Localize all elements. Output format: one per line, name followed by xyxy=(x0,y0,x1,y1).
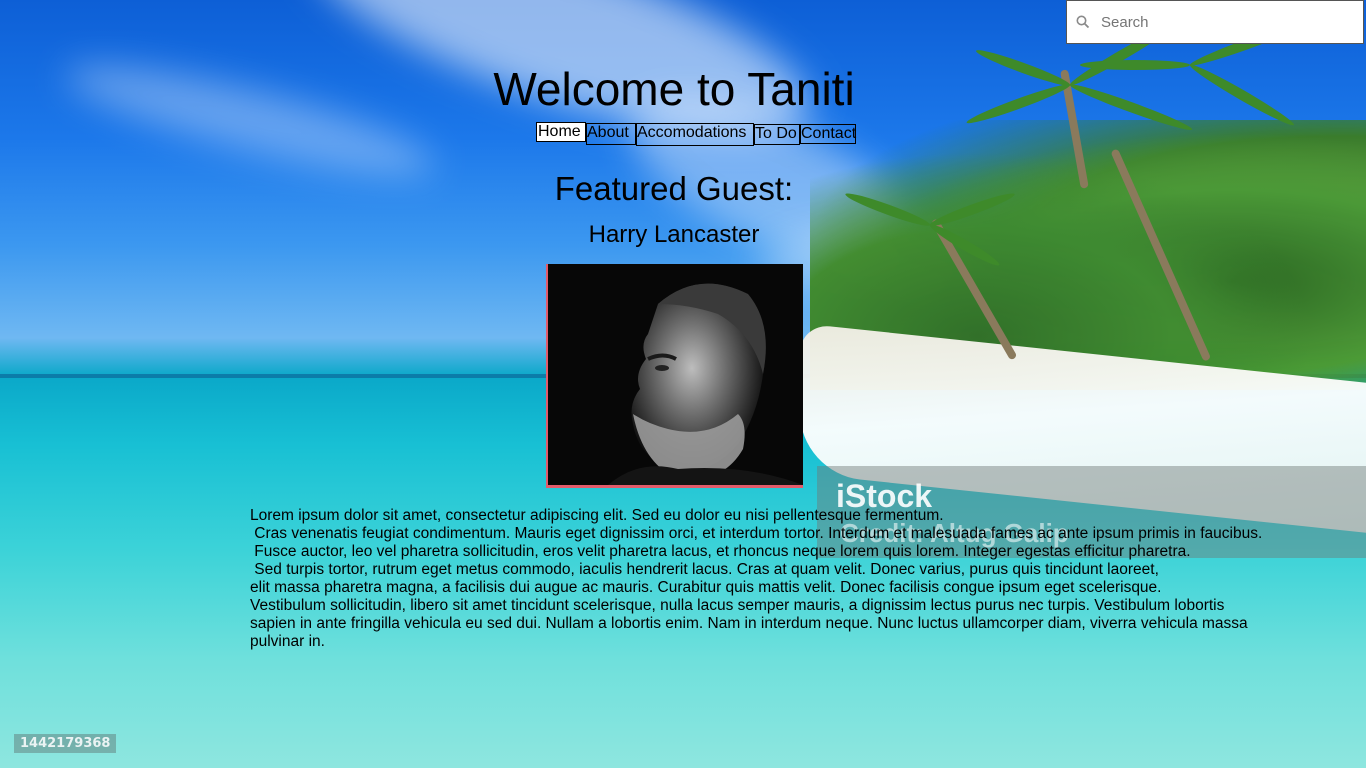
page: iStock Credit: Altug Galip 1442179368 We… xyxy=(0,0,1366,768)
search-box[interactable] xyxy=(1066,0,1364,44)
bio-line: Lorem ipsum dolor sit amet, consectetur … xyxy=(250,507,944,524)
nav-item-home[interactable]: Home xyxy=(536,122,586,142)
search-icon xyxy=(1067,15,1099,29)
main-nav: Home About Accomodations To Do Contact xyxy=(536,122,856,146)
guest-name: Harry Lancaster xyxy=(588,221,760,248)
bio-line: Vestibulum sollicitudin, libero sit amet… xyxy=(250,597,1225,614)
nav-item-about[interactable]: About xyxy=(586,123,636,145)
nav-item-contact[interactable]: Contact xyxy=(800,124,856,144)
search-input[interactable] xyxy=(1099,12,1353,32)
bio-line: Fusce auctor, leo vel pharetra sollicitu… xyxy=(250,543,1191,560)
featured-heading: Featured Guest: xyxy=(554,170,794,207)
nav-item-accomodations[interactable]: Accomodations xyxy=(636,123,754,146)
bio-line: sapien in ante fringilla vehicula eu sed… xyxy=(250,615,1248,632)
guest-bio: Lorem ipsum dolor sit amet, consectetur … xyxy=(250,507,1310,651)
guest-photo xyxy=(546,264,803,488)
page-title: Welcome to Taniti xyxy=(493,63,855,115)
nav-item-to-do[interactable]: To Do xyxy=(754,124,800,145)
bio-line: Cras venenatis feugiat condimentum. Maur… xyxy=(250,525,1263,542)
bio-line: pulvinar in. xyxy=(250,633,325,650)
watermark-id: 1442179368 xyxy=(14,734,117,753)
bio-line: Sed turpis tortor, rutrum eget metus com… xyxy=(250,561,1159,578)
bio-line: elit massa pharetra magna, a facilisis d… xyxy=(250,579,1162,596)
